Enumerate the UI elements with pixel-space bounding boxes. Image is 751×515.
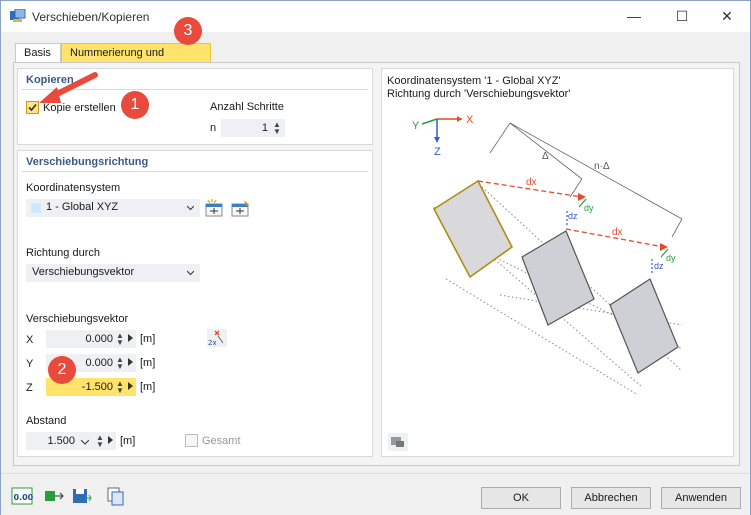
model-icon[interactable] bbox=[43, 486, 65, 506]
move-copy-dialog: Verschieben/Kopieren — ☐ ✕ Basis Nummeri… bbox=[0, 0, 751, 515]
shift-divider bbox=[22, 171, 368, 172]
save-icon[interactable] bbox=[71, 486, 93, 506]
preview-panel: Koordinatensystem '1 - Global XYZ' Richt… bbox=[381, 68, 734, 457]
chevron-down-icon bbox=[187, 270, 194, 276]
distance-input[interactable]: 1.500 ▲ ▼ bbox=[26, 432, 116, 450]
minimize-button[interactable]: — bbox=[611, 1, 657, 32]
axis-z-label: Z bbox=[434, 146, 441, 158]
copy-member-1 bbox=[521, 230, 595, 326]
preview-line-1: Koordinatensystem '1 - Global XYZ' bbox=[387, 75, 561, 87]
title-bar: Verschieben/Kopieren — ☐ ✕ bbox=[1, 1, 750, 32]
z-menu-arrow-icon[interactable] bbox=[128, 382, 133, 390]
x-input[interactable]: 0.000 ▲ ▼ bbox=[46, 330, 136, 348]
steps-label: Anzahl Schritte bbox=[210, 101, 284, 113]
cancel-button[interactable]: Abbrechen bbox=[571, 487, 651, 509]
edit-coordinate-system-icon[interactable] bbox=[230, 198, 252, 218]
coord-system-label: Koordinatensystem bbox=[26, 182, 121, 194]
total-label: Gesamt bbox=[202, 435, 241, 447]
direction-select[interactable]: Verschiebungsvektor bbox=[26, 264, 200, 282]
dx-label-2: dx bbox=[612, 227, 623, 238]
dy-label-2: dy bbox=[666, 253, 676, 263]
dy-label-1: dy bbox=[584, 203, 594, 213]
steps-value: 1 bbox=[261, 122, 268, 134]
maximize-button[interactable]: ☐ bbox=[659, 1, 705, 32]
y-value: 0.000 bbox=[85, 357, 113, 369]
z-value: -1.500 bbox=[81, 381, 113, 393]
coordinate-axes-icon bbox=[421, 116, 462, 143]
original-member bbox=[432, 179, 514, 279]
x-unit: [m] bbox=[140, 333, 156, 345]
direction-value: Verschiebungsvektor bbox=[32, 266, 135, 278]
annotation-arrow-icon bbox=[39, 72, 98, 103]
axis-x-label: X bbox=[466, 114, 474, 126]
steps-spinner[interactable]: ▲ ▼ bbox=[273, 121, 281, 136]
dz-label-1: dz bbox=[568, 211, 578, 221]
delta-label: Δ bbox=[542, 151, 549, 162]
coord-color-swatch bbox=[31, 203, 41, 213]
distance-value: 1.500 bbox=[47, 435, 75, 447]
z-label: Z bbox=[26, 382, 33, 394]
copy-member-2 bbox=[609, 278, 679, 374]
steps-input[interactable]: 1 ▲ ▼ bbox=[221, 119, 285, 137]
dx-label-1: dx bbox=[526, 177, 537, 188]
vector-label: Verschiebungsvektor bbox=[26, 313, 129, 325]
y-menu-arrow-icon[interactable] bbox=[128, 358, 133, 366]
coord-system-value: 1 - Global XYZ bbox=[46, 201, 119, 213]
tab-basis[interactable]: Basis bbox=[15, 43, 61, 63]
y-spinner[interactable]: ▲ ▼ bbox=[116, 356, 124, 371]
total-checkbox[interactable] bbox=[185, 434, 198, 447]
window-title: Verschieben/Kopieren bbox=[32, 10, 150, 24]
z-spinner[interactable]: ▲ ▼ bbox=[116, 380, 124, 395]
ok-button[interactable]: OK bbox=[481, 487, 561, 509]
svg-text:0.00: 0.00 bbox=[14, 493, 34, 502]
x-label: X bbox=[26, 334, 34, 346]
shift-direction-panel: Verschiebungsrichtung Koordinatensystem … bbox=[17, 150, 373, 457]
distance-menu-arrow-icon[interactable] bbox=[108, 436, 113, 444]
chevron-down-icon bbox=[187, 205, 194, 211]
annotation-badge-3: 3 bbox=[174, 17, 202, 45]
axis-y-label: Y bbox=[412, 120, 420, 132]
x-spinner[interactable]: ▲ ▼ bbox=[116, 332, 124, 347]
y-unit: [m] bbox=[140, 357, 156, 369]
z-unit: [m] bbox=[140, 381, 156, 393]
units-icon[interactable]: 0.00 bbox=[11, 486, 33, 506]
coord-system-select[interactable]: 1 - Global XYZ bbox=[26, 199, 200, 217]
y-label: Y bbox=[26, 358, 34, 370]
app-icon bbox=[10, 9, 26, 22]
close-button[interactable]: ✕ bbox=[704, 1, 750, 32]
distance-unit: [m] bbox=[120, 435, 136, 447]
steps-prefix: n bbox=[210, 122, 217, 134]
distance-spinner[interactable]: ▲ ▼ bbox=[96, 434, 104, 449]
chevron-down-icon[interactable] bbox=[81, 438, 89, 445]
dialog-footer: 0.00 OK Abbrechen Anwenden bbox=[1, 473, 750, 515]
annotation-badge-1: 1 bbox=[121, 91, 149, 119]
preview-settings-icon[interactable] bbox=[388, 433, 408, 451]
svg-text:2x: 2x bbox=[208, 339, 217, 347]
dz-label-2: dz bbox=[654, 261, 664, 271]
shift-section-title: Verschiebungsrichtung bbox=[26, 156, 149, 168]
distance-label: Abstand bbox=[26, 415, 67, 427]
x-value: 0.000 bbox=[85, 333, 113, 345]
copy-icon[interactable] bbox=[105, 486, 127, 506]
shift-preview-diagram: X Y Z Δ n·Δ dx dx dy dz dy dz bbox=[412, 114, 683, 396]
annotation-badge-2: 2 bbox=[48, 356, 76, 384]
tab-numbering-options[interactable]: Nummerierung und Optionen bbox=[61, 43, 211, 77]
apply-button[interactable]: Anwenden bbox=[661, 487, 741, 509]
n-delta-label: n·Δ bbox=[594, 161, 610, 172]
direction-label: Richtung durch bbox=[26, 247, 100, 259]
x-menu-arrow-icon[interactable] bbox=[128, 334, 133, 342]
pick-vector-icon[interactable]: 2x bbox=[206, 328, 228, 348]
new-coordinate-system-icon[interactable] bbox=[204, 198, 226, 218]
